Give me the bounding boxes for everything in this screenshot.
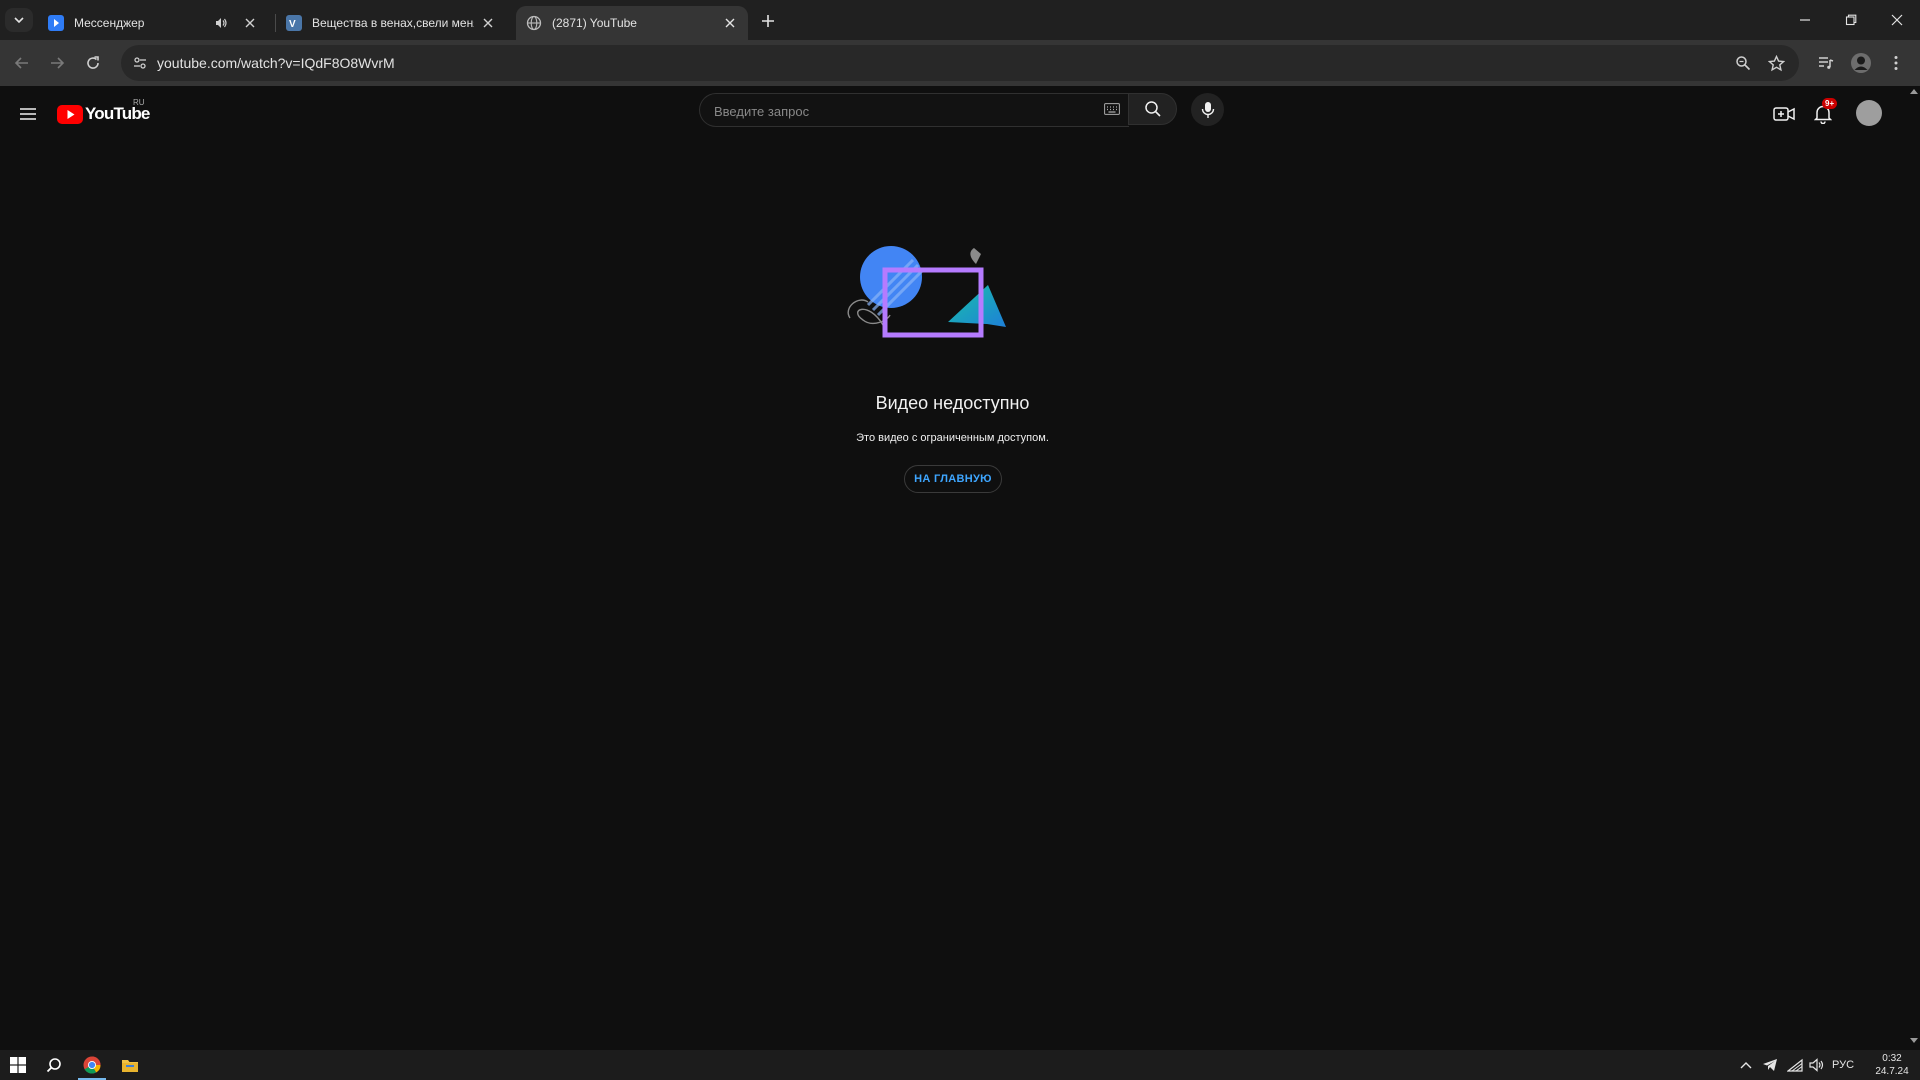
close-tab-icon[interactable] (242, 15, 258, 31)
tray-network[interactable] (1786, 1057, 1804, 1073)
taskbar-file-explorer[interactable] (112, 1050, 148, 1080)
windows-taskbar: РУС 0:32 24.7.24 (0, 1050, 1920, 1080)
search-box (699, 93, 1129, 128)
hamburger-menu-icon (20, 108, 36, 120)
go-home-button[interactable]: НА ГЛАВНУЮ (904, 465, 1002, 493)
taskbar-chrome[interactable] (74, 1050, 110, 1080)
svg-text:V: V (289, 19, 296, 30)
profile-button[interactable] (1847, 49, 1875, 77)
zoom-icon[interactable] (1733, 53, 1753, 73)
media-controls-button[interactable] (1812, 49, 1840, 77)
messenger-icon (48, 15, 64, 31)
telegram-icon (1763, 1059, 1777, 1071)
speaker-icon (1809, 1058, 1824, 1072)
region-code: RU (133, 98, 145, 107)
tab-search-button[interactable] (5, 8, 33, 32)
input-language[interactable]: РУС (1832, 1059, 1854, 1071)
tab-title: Вещества в венах,свели меня с у (312, 16, 474, 30)
browser-menu-button[interactable] (1882, 49, 1910, 77)
tab-messenger[interactable]: Мессенджер (38, 6, 268, 40)
clock-time: 0:32 (1882, 1053, 1902, 1064)
keyboard-icon[interactable] (1104, 103, 1120, 115)
start-button[interactable] (0, 1050, 36, 1080)
browser-tab-strip: Мессенджер V Вещества в венах,свели меня… (0, 0, 1920, 40)
search-input[interactable] (712, 94, 1076, 128)
tab-youtube[interactable]: (2871) YouTube (516, 6, 748, 40)
tray-volume[interactable] (1808, 1057, 1826, 1073)
search-icon (1144, 101, 1161, 117)
plus-icon (762, 15, 774, 27)
create-video-button[interactable] (1771, 101, 1797, 127)
close-icon (1891, 14, 1903, 26)
reload-button[interactable] (79, 49, 107, 77)
microphone-icon (1201, 101, 1214, 118)
tab-vk[interactable]: V Вещества в венах,свели меня с у (276, 6, 506, 40)
media-queue-icon (1819, 57, 1834, 69)
error-title: Видео недоступно (875, 393, 1030, 413)
address-bar[interactable]: youtube.com/watch?v=IQdF8O8WvrM (121, 45, 1799, 81)
minimize-icon (1800, 19, 1810, 21)
youtube-logo-text: YouTube (85, 104, 150, 123)
search-button[interactable] (1128, 93, 1177, 125)
scroll-down-arrow-icon[interactable] (1910, 1038, 1918, 1044)
speaker-icon[interactable] (214, 16, 228, 30)
video-unavailable-illustration (847, 246, 1006, 338)
tab-title: Мессенджер (74, 16, 145, 30)
more-vert-icon (1894, 56, 1898, 70)
site-settings-icon[interactable] (130, 53, 150, 73)
url-text[interactable]: youtube.com/watch?v=IQdF8O8WvrM (157, 55, 395, 71)
globe-icon (526, 15, 542, 31)
folder-icon (122, 1059, 138, 1072)
search-icon (46, 1058, 61, 1073)
chrome-icon (83, 1056, 101, 1074)
windows-logo-icon (10, 1057, 26, 1073)
tray-telegram[interactable] (1761, 1057, 1779, 1073)
forward-button[interactable] (43, 49, 71, 77)
youtube-play-logo-icon (57, 104, 83, 124)
close-window-button[interactable] (1874, 0, 1920, 40)
arrow-left-icon (14, 57, 28, 69)
chevron-up-icon (1740, 1062, 1752, 1069)
scroll-up-arrow-icon[interactable] (1910, 88, 1918, 94)
clock-date: 24.7.24 (1875, 1066, 1909, 1077)
arrow-right-icon (51, 57, 65, 69)
chevron-down-icon (14, 17, 24, 24)
notification-count-badge: 9+ (1822, 98, 1838, 109)
minimize-button[interactable] (1782, 0, 1828, 40)
close-tab-icon[interactable] (480, 15, 496, 31)
bookmark-star-icon[interactable] (1766, 53, 1786, 73)
taskbar-search-button[interactable] (36, 1050, 72, 1080)
reload-icon (87, 56, 99, 69)
notifications-button[interactable]: 9+ (1810, 98, 1838, 127)
tray-clock[interactable]: 0:32 24.7.24 (1870, 1052, 1914, 1078)
profile-avatar-icon (1851, 53, 1871, 73)
restore-button[interactable] (1828, 0, 1874, 40)
back-button[interactable] (8, 49, 36, 77)
close-tab-icon[interactable] (722, 15, 738, 31)
tab-title: (2871) YouTube (552, 16, 637, 30)
error-message: Это видео с ограниченным доступом. (856, 432, 1049, 444)
restore-icon (1845, 14, 1857, 26)
account-avatar[interactable] (1856, 100, 1882, 126)
new-tab-button[interactable] (756, 9, 780, 33)
tray-overflow-chevron[interactable] (1737, 1057, 1755, 1073)
youtube-masthead: YouTube RU 9+ (0, 86, 1920, 142)
voice-search-button[interactable] (1191, 93, 1224, 126)
wifi-icon (1787, 1058, 1803, 1072)
guide-menu-button[interactable] (16, 102, 40, 126)
browser-toolbar: youtube.com/watch?v=IQdF8O8WvrM (0, 40, 1920, 86)
video-camera-plus-icon (1773, 107, 1795, 121)
vk-icon: V (286, 15, 302, 31)
